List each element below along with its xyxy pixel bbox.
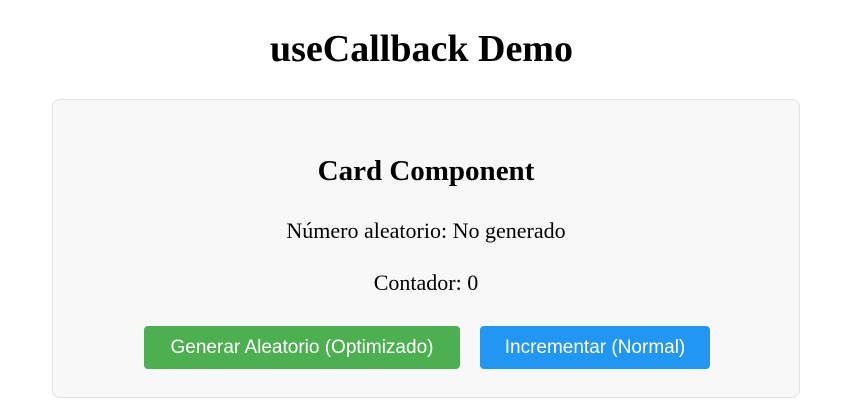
counter-value: 0 (467, 270, 479, 295)
increment-button[interactable]: Incrementar (Normal) (480, 326, 710, 369)
counter-label: Contador: (373, 270, 468, 295)
generate-random-button[interactable]: Generar Aleatorio (Optimizado) (144, 326, 460, 369)
page-title: useCallback Demo (270, 28, 573, 70)
random-number-line: Número aleatorio: No generado (53, 217, 799, 245)
random-number-label: Número aleatorio: (286, 218, 453, 243)
card-title: Card Component (317, 155, 535, 187)
counter-line: Contador: 0 (53, 269, 799, 297)
random-number-value: No generado (452, 218, 566, 243)
card-component: Card Component Número aleatorio: No gene… (52, 99, 800, 398)
